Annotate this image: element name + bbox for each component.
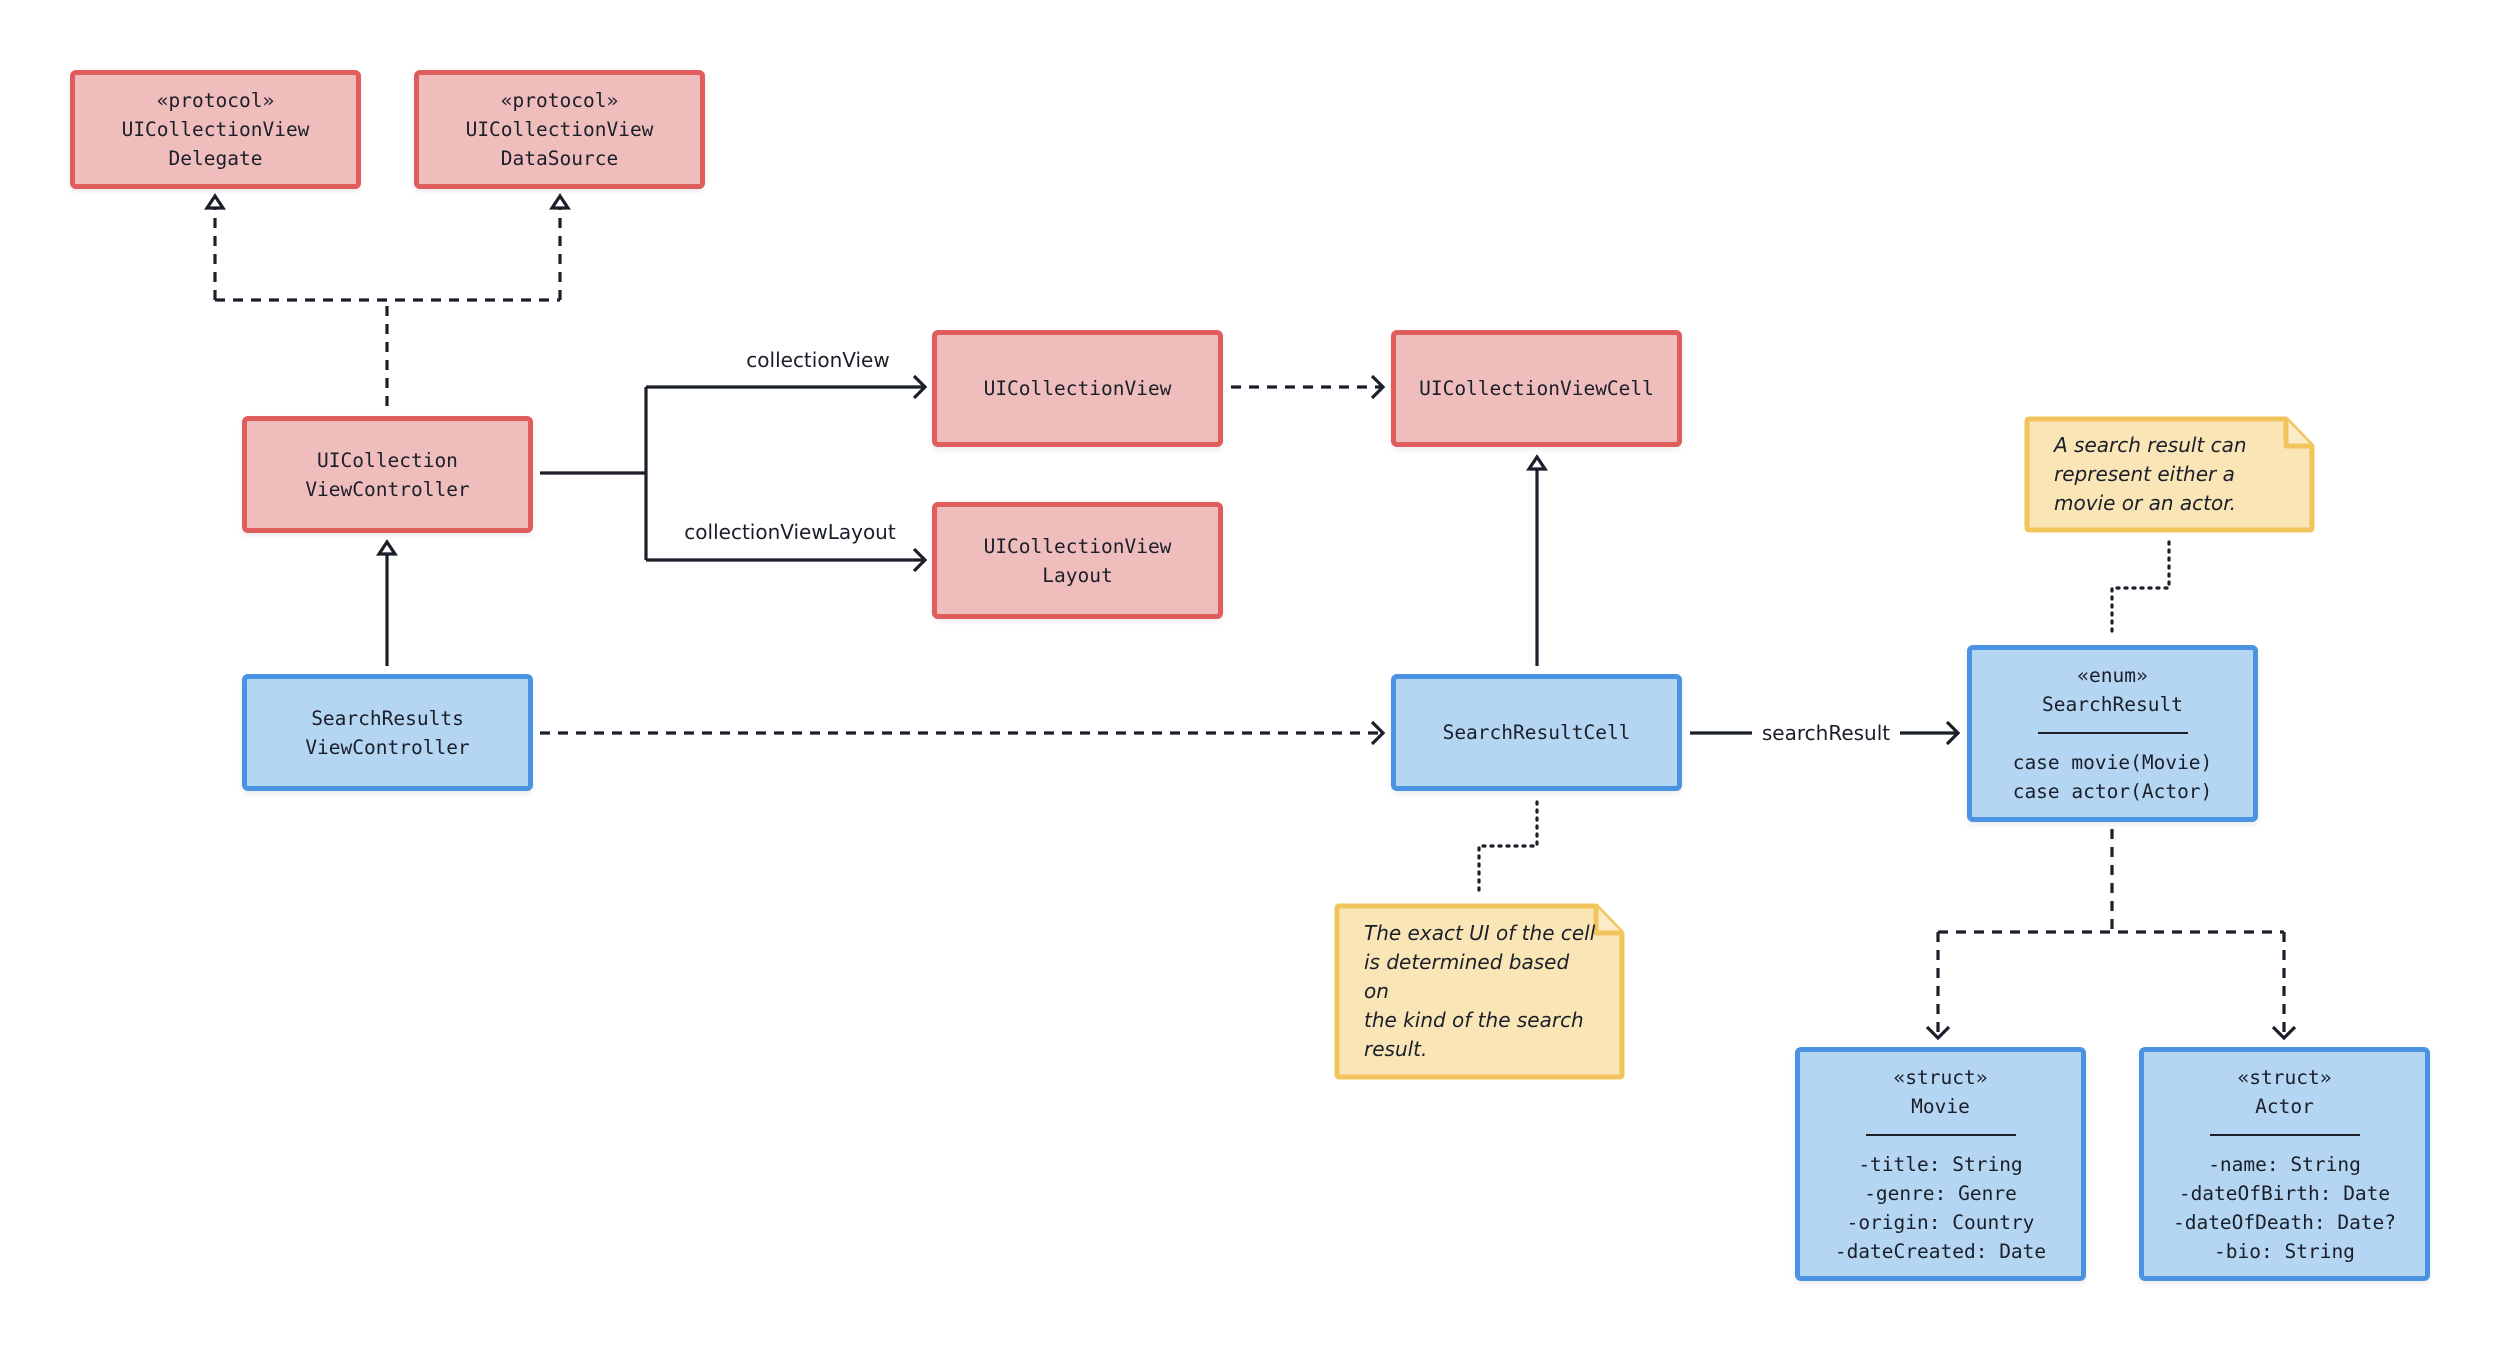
note-line: is determined based on: [1364, 950, 1570, 1003]
class-name: Actor: [2255, 1094, 2314, 1118]
struct-property: -title: String: [1858, 1152, 2023, 1176]
class-name: Movie: [1911, 1094, 1970, 1118]
enum-searchresult[interactable]: «enum» SearchResult case movie(Movie) ca…: [1967, 645, 2258, 822]
edge-label-collection-view: collectionView: [742, 348, 894, 372]
struct-property: -origin: Country: [1846, 1210, 2035, 1234]
note-line: the kind of the search: [1364, 1008, 1584, 1032]
class-uicollectionview-datasource[interactable]: «protocol» UICollectionView DataSource: [414, 70, 705, 189]
class-name-line: UICollectionViewCell: [1419, 377, 1654, 400]
note-line: The exact UI of the cell: [1364, 921, 1596, 945]
edge-label-search-result: searchResult: [1757, 721, 1895, 745]
stereotype: «enum»: [2077, 664, 2148, 687]
struct-property: -dateCreated: Date: [1834, 1239, 2047, 1263]
note-text: The exact UI of the cell is determined b…: [1364, 919, 1597, 1064]
class-name-line: DataSource: [500, 147, 619, 170]
enum-case: case movie(Movie): [2012, 751, 2213, 774]
note-search-result-cell[interactable]: The exact UI of the cell is determined b…: [1334, 903, 1625, 1080]
class-uicollectionview-cell[interactable]: UICollectionViewCell: [1391, 330, 1682, 447]
class-name-line: Delegate: [168, 147, 263, 170]
class-name: SearchResult: [2042, 693, 2183, 716]
class-name-line: UICollectionView: [983, 534, 1172, 558]
compartment-divider: [1865, 1133, 2016, 1136]
edge-label-collection-view-layout: collectionViewLayout: [680, 520, 900, 544]
datasource-arrowhead-icon: [549, 193, 571, 210]
class-uicollectionview[interactable]: UICollectionView: [932, 330, 1223, 447]
stereotype: «protocol»: [156, 89, 275, 112]
struct-property: -bio: String: [2214, 1239, 2355, 1263]
note-link-cell: [1477, 800, 1539, 895]
stereotype: «struct»: [2237, 1065, 2332, 1089]
note-search-result[interactable]: A search result can represent either a m…: [2024, 416, 2315, 533]
note-line: represent either a: [2054, 462, 2235, 486]
class-name-line: SearchResults: [311, 706, 464, 730]
delegate-arrowhead-icon: [204, 193, 226, 210]
note-line: result.: [1364, 1037, 1428, 1061]
struct-property: -name: String: [2208, 1152, 2361, 1176]
compartment-divider: [2209, 1133, 2360, 1136]
class-name-line: UICollectionView: [465, 118, 654, 141]
class-uicollectionview-layout[interactable]: UICollectionView Layout: [932, 502, 1223, 619]
class-searchresults-viewcontroller[interactable]: SearchResults ViewController: [242, 674, 533, 791]
class-name-line: UICollectionView: [983, 377, 1172, 400]
struct-property: -dateOfDeath: Date?: [2172, 1210, 2397, 1234]
note-text: A search result can represent either a m…: [2054, 431, 2247, 518]
compartment-divider: [2037, 732, 2188, 734]
note-line: A search result can: [2054, 433, 2247, 457]
stereotype: «struct»: [1893, 1065, 1988, 1089]
class-searchresultcell[interactable]: SearchResultCell: [1391, 674, 1682, 791]
class-name-line: ViewController: [305, 477, 470, 501]
enum-case: case actor(Actor): [2012, 780, 2213, 803]
note-link-search-result: [2110, 540, 2171, 636]
class-uicollection-viewcontroller[interactable]: UICollection ViewController: [242, 416, 533, 533]
struct-property: -genre: Genre: [1864, 1181, 2017, 1205]
struct-property: -dateOfBirth: Date: [2178, 1181, 2391, 1205]
class-name-line: UICollection: [317, 448, 458, 472]
struct-actor[interactable]: «struct» Actor -name: String -dateOfBirt…: [2139, 1047, 2430, 1281]
class-name-line: ViewController: [305, 735, 470, 759]
cell-inherit-arrowhead-icon: [1526, 454, 1548, 471]
class-name-line: SearchResultCell: [1442, 721, 1631, 744]
class-uicollectionview-delegate[interactable]: «protocol» UICollectionView Delegate: [70, 70, 361, 189]
stereotype: «protocol»: [500, 89, 619, 112]
struct-movie[interactable]: «struct» Movie -title: String -genre: Ge…: [1795, 1047, 2086, 1281]
uml-class-diagram: collectionView collectionViewLayout sear…: [0, 0, 2500, 1351]
vc-inherit-arrowhead-icon: [376, 539, 398, 556]
class-name-line: UICollectionView: [121, 118, 310, 141]
class-name-line: Layout: [1042, 563, 1113, 587]
note-line: movie or an actor.: [2054, 491, 2236, 515]
